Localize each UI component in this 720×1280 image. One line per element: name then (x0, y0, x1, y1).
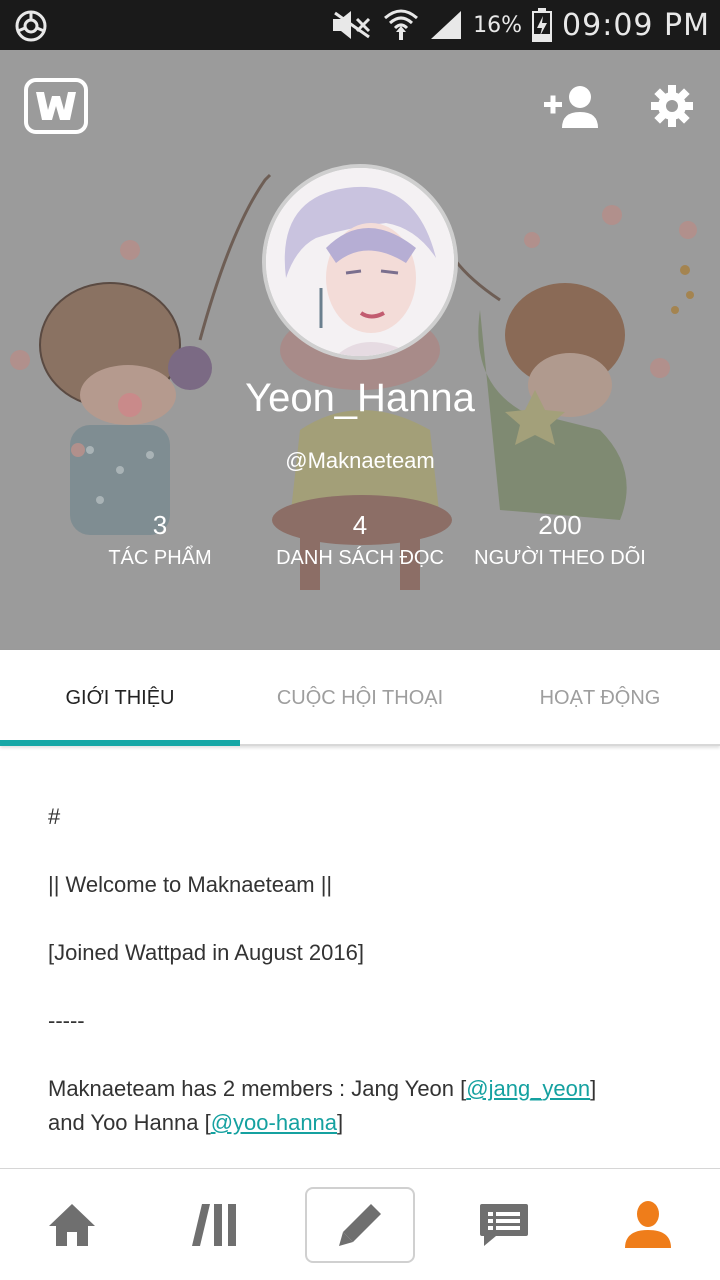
signal-icon (431, 11, 462, 39)
messages-icon (480, 1204, 528, 1246)
home-icon (49, 1204, 95, 1246)
tab-conversations[interactable]: CUỘC HỘI THOẠI (240, 650, 480, 746)
bottom-navigation (0, 1168, 720, 1280)
wattpad-logo-icon[interactable] (24, 78, 88, 134)
about-members-bracket: ] (590, 1076, 597, 1101)
about-members-text: Maknaeteam has 2 members : Jang Yeon [@j… (48, 1072, 678, 1140)
nav-library-button[interactable] (161, 1187, 271, 1263)
tab-about[interactable]: GIỚI THIỆU (0, 650, 240, 746)
about-line: ----- (48, 1008, 85, 1033)
status-bar: 16% 09:09 PM (0, 0, 720, 50)
profile-stats: 3 TÁC PHẨM 4 DANH SÁCH ĐỌC 200 NGƯỜI THE… (0, 510, 720, 590)
stat-followers-label: NGƯỜI THEO DÕI (474, 547, 646, 569)
nav-profile-button[interactable] (593, 1187, 703, 1263)
tab-activity[interactable]: HOẠT ĐỘNG (480, 650, 720, 746)
wifi-icon (384, 9, 419, 40)
avatar-image (266, 168, 454, 356)
stat-followers[interactable]: 200 NGƯỜI THEO DÕI (440, 510, 680, 570)
clock: 09:09 PM (562, 7, 710, 43)
active-tab-indicator (0, 740, 240, 746)
stat-followers-count: 200 (538, 510, 582, 540)
profile-icon (625, 1201, 671, 1248)
about-line: || Welcome to Maknaeteam || (48, 872, 333, 897)
member-link-yoo-hanna[interactable]: @yoo-hanna (211, 1110, 337, 1135)
mute-icon (333, 11, 371, 39)
profile-tabs: GIỚI THIỆU CUỘC HỘI THOẠI HOẠT ĐỘNG (0, 650, 720, 746)
app-notification-icon (15, 10, 47, 42)
add-user-icon[interactable] (542, 84, 602, 130)
about-line: # (48, 804, 61, 829)
battery-charging-icon (532, 8, 553, 42)
member-link-jang-yeon[interactable]: @jang_yeon (466, 1076, 590, 1101)
nav-home-button[interactable] (17, 1187, 127, 1263)
battery-percent: 16% (473, 12, 523, 38)
about-line: [Joined Wattpad in August 2016] (48, 940, 364, 965)
username-handle: @Maknaeteam (285, 448, 435, 473)
library-icon (192, 1204, 236, 1246)
avatar[interactable] (262, 164, 458, 360)
about-members-line2: and Yoo Hanna [ (48, 1110, 211, 1135)
nav-messages-button[interactable] (449, 1187, 559, 1263)
about-members-suffix: ] (337, 1110, 344, 1135)
profile-header: Yeon_Hanna @Maknaeteam 3 TÁC PHẨM 4 DANH… (0, 50, 720, 650)
display-name: Yeon_Hanna (245, 376, 475, 420)
gear-icon[interactable] (650, 84, 694, 128)
nav-write-button[interactable] (305, 1187, 415, 1263)
pencil-icon (339, 1204, 381, 1246)
about-members-prefix: Maknaeteam has 2 members : Jang Yeon [ (48, 1076, 467, 1101)
